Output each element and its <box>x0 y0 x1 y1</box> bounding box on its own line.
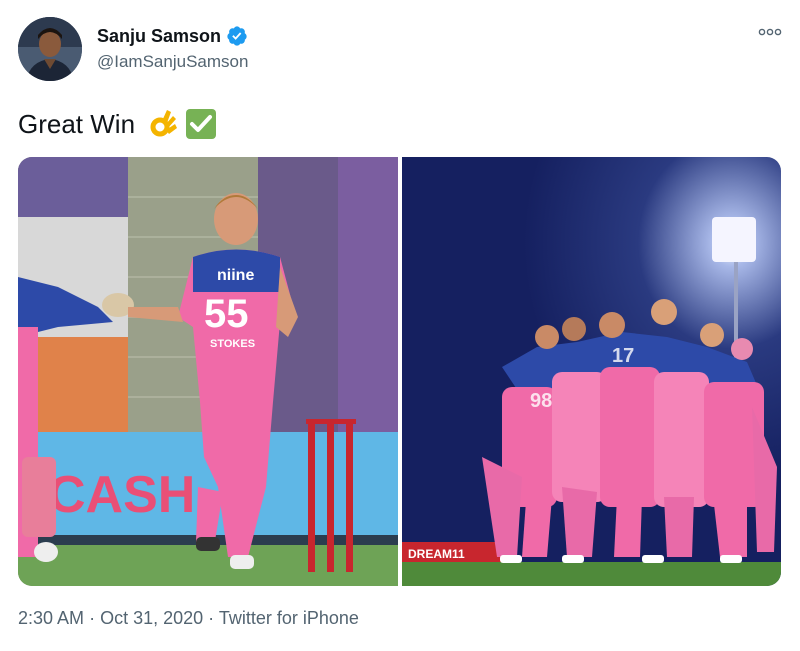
tweet-text-content: Great Win <box>18 108 136 139</box>
avatar[interactable] <box>18 17 82 81</box>
tweet-media[interactable]: CASH niine 55 STOKES DREAM11 98 17 <box>18 157 781 586</box>
stokes-handshake-photo[interactable]: CASH niine 55 STOKES <box>18 157 398 586</box>
ad-board-text: DREAM11 <box>408 547 465 561</box>
tweet-time[interactable]: 2:30 AM <box>18 608 84 628</box>
ellipsis-icon <box>758 28 782 36</box>
svg-text:17: 17 <box>612 345 634 367</box>
meta-separator: · <box>89 608 96 628</box>
author-handle[interactable]: @IamSanjuSamson <box>97 52 248 72</box>
author-name-row[interactable]: Sanju Samson <box>97 25 248 47</box>
jersey-name-text: STOKES <box>210 338 255 350</box>
verified-badge-icon <box>227 26 247 46</box>
team-huddle-photo[interactable]: DREAM11 98 17 <box>402 157 781 586</box>
ad-board-text: CASH <box>48 466 195 524</box>
ok-hand-emoji-icon <box>150 110 178 137</box>
avatar-image <box>18 17 82 81</box>
tweet-source[interactable]: Twitter for iPhone <box>219 608 359 628</box>
tweet-date[interactable]: Oct 31, 2020 <box>100 608 203 628</box>
author-name[interactable]: Sanju Samson <box>97 26 221 47</box>
more-options-button[interactable] <box>758 24 782 42</box>
tweet-text: Great Win <box>18 108 217 140</box>
check-mark-button-icon <box>186 109 217 139</box>
svg-text:98: 98 <box>530 390 552 412</box>
tweet-meta: 2:30 AM · Oct 31, 2020 · Twitter for iPh… <box>18 608 359 629</box>
jersey-number-text: 55 <box>204 292 249 336</box>
jersey-sponsor-text: niine <box>217 267 254 284</box>
meta-separator: · <box>208 608 215 628</box>
